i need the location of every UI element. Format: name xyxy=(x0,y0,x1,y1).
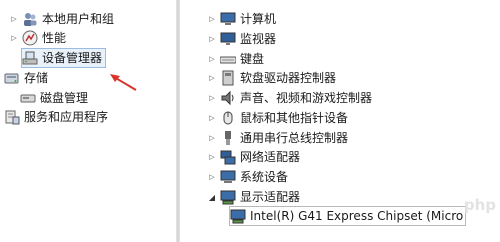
system-devices-icon xyxy=(220,169,236,185)
expand-icon[interactable]: ▷ xyxy=(10,10,18,28)
device-category-label: 键盘 xyxy=(240,52,265,66)
device-category-label: 鼠标和其他指针设备 xyxy=(240,111,349,125)
services-apps-icon xyxy=(4,109,20,125)
tree-item-label: 磁盘管理 xyxy=(40,91,89,105)
network-adapter-icon xyxy=(220,149,236,165)
display-adapter-icon xyxy=(220,189,236,205)
device-category-computer[interactable]: ▷ 计算机 xyxy=(208,10,276,28)
console-tree-pane: ▷ 本地用户和组 ▷ 性能 设备管理器 存储 磁盘管理 服务和应用程序 xyxy=(0,0,176,242)
expand-icon[interactable]: ▷ xyxy=(208,109,216,127)
expand-icon[interactable]: ▷ xyxy=(208,148,216,166)
device-item-intel-g41[interactable]: Intel(R) G41 Express Chipset (Micro xyxy=(228,206,467,226)
monitor-icon xyxy=(220,31,236,47)
device-category-usb[interactable]: ▷ 通用串行总线控制器 xyxy=(208,129,348,147)
device-category-sound[interactable]: ▷ 声音、视频和游戏控制器 xyxy=(208,89,372,107)
device-category-label: 网络适配器 xyxy=(240,150,301,164)
tree-item-label: 性能 xyxy=(42,31,67,45)
expand-icon[interactable]: ▷ xyxy=(208,168,216,186)
expand-icon[interactable]: ▷ xyxy=(208,129,216,147)
device-category-mouse[interactable]: ▷ 鼠标和其他指针设备 xyxy=(208,109,348,127)
device-category-label: 通用串行总线控制器 xyxy=(240,131,349,145)
device-category-floppy-controller[interactable]: ▷ 软盘驱动器控制器 xyxy=(208,69,336,87)
device-category-label: 显示适配器 xyxy=(240,190,301,204)
keyboard-icon xyxy=(220,51,236,67)
tree-item-disk-management[interactable]: 磁盘管理 xyxy=(20,89,88,107)
expand-icon[interactable]: ▷ xyxy=(10,29,18,47)
device-category-monitor[interactable]: ▷ 监视器 xyxy=(208,30,276,48)
device-category-label: 系统设备 xyxy=(240,170,289,184)
storage-icon xyxy=(4,70,20,86)
display-adapter-icon xyxy=(230,208,246,224)
device-category-system-devices[interactable]: ▷ 系统设备 xyxy=(208,168,288,186)
tree-item-label: 存储 xyxy=(24,71,49,85)
expand-icon[interactable]: ▷ xyxy=(208,30,216,48)
tree-item-device-manager[interactable]: 设备管理器 xyxy=(20,48,107,68)
tree-item-local-users-groups[interactable]: ▷ 本地用户和组 xyxy=(10,10,114,28)
expand-icon[interactable]: ▷ xyxy=(208,10,216,28)
tree-item-label: 本地用户和组 xyxy=(42,12,115,26)
device-category-label: 软盘驱动器控制器 xyxy=(240,71,337,85)
device-manager-icon xyxy=(22,50,38,66)
watermark: php xyxy=(463,196,496,214)
usb-icon xyxy=(220,130,236,146)
expand-icon[interactable]: ▷ xyxy=(208,69,216,87)
tree-item-storage[interactable]: 存储 xyxy=(4,69,48,87)
expand-icon[interactable]: ▷ xyxy=(208,89,216,107)
computer-icon xyxy=(220,11,236,27)
device-category-keyboard[interactable]: ▷ 键盘 xyxy=(208,50,264,68)
tree-item-services-applications[interactable]: 服务和应用程序 xyxy=(4,108,108,126)
disk-management-icon xyxy=(20,90,36,106)
device-tree-pane: ▷ 计算机 ▷ 监视器 ▷ 键盘 ▷ 软盘驱动器控制器 ▷ 声音、视频和游戏控制… xyxy=(180,0,500,242)
device-category-display-adapter[interactable]: ◢ 显示适配器 xyxy=(208,188,300,206)
floppy-controller-icon xyxy=(220,70,236,86)
device-category-label: 声音、视频和游戏控制器 xyxy=(240,91,373,105)
device-item-label: Intel(R) G41 Express Chipset (Micro xyxy=(250,209,464,223)
tree-item-performance[interactable]: ▷ 性能 xyxy=(10,29,66,47)
device-category-network-adapter[interactable]: ▷ 网络适配器 xyxy=(208,148,300,166)
tree-item-label: 服务和应用程序 xyxy=(24,110,109,124)
tree-item-label: 设备管理器 xyxy=(42,51,103,65)
users-icon xyxy=(22,11,38,27)
expand-icon[interactable]: ▷ xyxy=(208,50,216,68)
collapse-icon[interactable]: ◢ xyxy=(208,188,216,206)
annotation-arrow-icon xyxy=(110,74,137,91)
performance-icon xyxy=(22,30,38,46)
sound-icon xyxy=(220,90,236,106)
mouse-icon xyxy=(220,110,236,126)
device-category-label: 监视器 xyxy=(240,32,277,46)
device-category-label: 计算机 xyxy=(240,12,277,26)
